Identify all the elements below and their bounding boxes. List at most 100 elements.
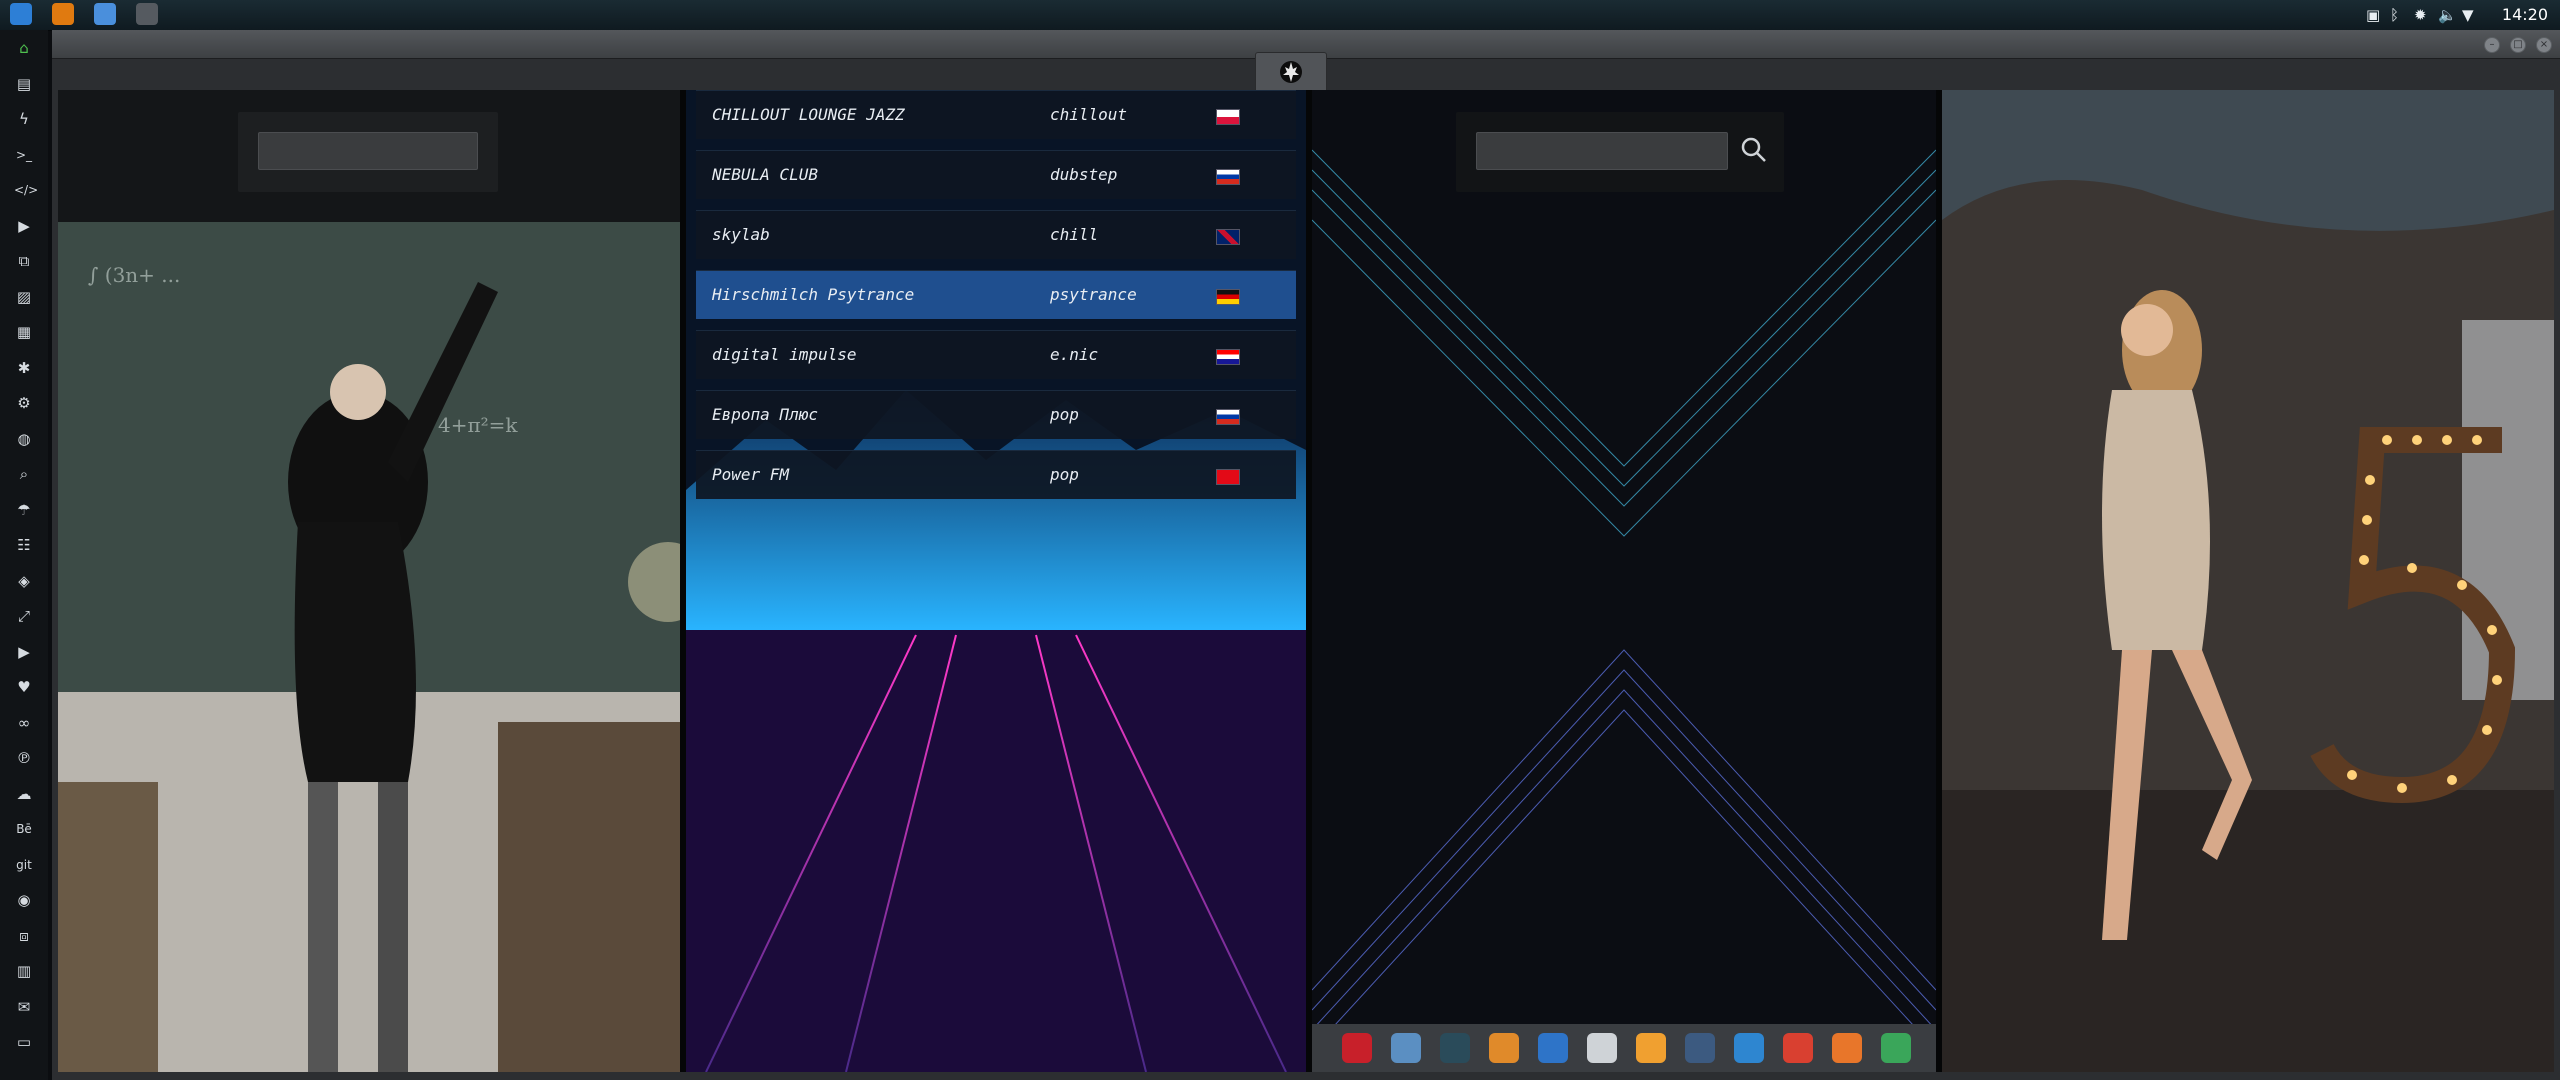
text-editor-icon[interactable] — [1391, 1033, 1421, 1063]
svg-text:∫ (3n+ ...: ∫ (3n+ ... — [88, 263, 180, 287]
turkey-flag — [1216, 469, 1240, 485]
wallpaper-image: ∫ (3n+ ... 4+π²=k — [58, 222, 680, 1072]
arrow-app-icon[interactable] — [1832, 1033, 1862, 1063]
browser-icon[interactable] — [1734, 1033, 1764, 1063]
station-genre: pop — [1050, 405, 1079, 424]
mail-icon[interactable]: ✉ — [14, 997, 34, 1017]
lightning-icon[interactable]: ϟ — [14, 109, 34, 129]
play-icon[interactable]: ▶ — [14, 216, 34, 236]
search-app-icon[interactable] — [1636, 1033, 1666, 1063]
station-genre: pop — [1050, 465, 1079, 484]
home-icon[interactable]: ⌂ — [14, 38, 34, 58]
map-icon[interactable]: ▥ — [14, 961, 34, 981]
maximize-icon[interactable]: □ — [2510, 37, 2526, 53]
svg-text:4+π²=k: 4+π²=k — [438, 413, 518, 437]
search-input[interactable] — [258, 132, 478, 170]
photo-tray-icon[interactable]: ▣ — [2366, 4, 2380, 26]
translate-icon[interactable] — [1538, 1033, 1568, 1063]
tag-icon[interactable]: ◈ — [14, 571, 34, 591]
photo-wallpaper — [1942, 90, 2554, 1072]
geometric-wallpaper — [1312, 90, 1936, 1072]
terminal-icon[interactable]: >_ — [14, 145, 34, 165]
station-name: Power FM — [712, 465, 790, 484]
close-icon[interactable]: × — [2536, 37, 2552, 53]
bug-icon[interactable]: ✹ — [2414, 4, 2427, 26]
panel-radio: CHILLOUT LOUNGE JAZZ chillout NEBULA CLUB d… — [686, 90, 1306, 1072]
globe-icon[interactable]: ◍ — [14, 429, 34, 449]
content-area: ∫ (3n+ ... 4+π²=k CHILLOUT LOUNGE JAZZ c… — [58, 90, 2554, 1072]
bluetooth-icon[interactable]: ᛒ — [2390, 4, 2399, 26]
station-row[interactable]: Европа Плюс pop — [696, 390, 1296, 439]
croatia-flag — [1216, 349, 1240, 365]
wifi-icon[interactable]: ▼ — [2462, 4, 2474, 26]
infinity-icon[interactable]: ∞ — [14, 713, 34, 733]
station-row[interactable]: skylab chill — [696, 210, 1296, 259]
photos-icon[interactable] — [1489, 1033, 1519, 1063]
heart-icon[interactable]: ♥ — [14, 677, 34, 697]
station-row[interactable]: Hirschmilch Psytrance psytrance — [696, 270, 1296, 319]
chrome-icon[interactable] — [94, 3, 116, 25]
panel-photo — [1942, 90, 2554, 1072]
russia-flag — [1216, 169, 1240, 185]
window-icon[interactable] — [136, 3, 158, 25]
sublime-icon[interactable] — [52, 3, 74, 25]
station-genre: chill — [1050, 225, 1099, 244]
panel-geometric — [1312, 90, 1936, 1072]
umbrella-icon[interactable]: ☂ — [14, 500, 34, 520]
youtube-icon[interactable]: ▶ — [14, 642, 34, 662]
station-name: NEBULA CLUB — [712, 165, 818, 184]
dock — [1312, 1024, 1936, 1072]
station-name: digital impulse — [712, 345, 857, 364]
volume-icon[interactable]: 🔈 — [2438, 4, 2457, 26]
github-icon[interactable]: ◉ — [14, 890, 34, 910]
news-icon[interactable]: ▦ — [14, 322, 34, 342]
panel-classroom: ∫ (3n+ ... 4+π²=k — [58, 90, 680, 1072]
launcher-sidebar: ⌂ ▤ ϟ >_ </> ▶ ⧉ ▨ ▦ ✱ ⚙ ◍ ⌕ ☂ ☷ ◈ ⤢ ▶ ♥ ∞ ℗ ☁ Bē git ◉ ⧈ ▥ ✉ ▭ — [0, 30, 48, 1080]
poland-flag — [1216, 109, 1240, 125]
germany-flag — [1216, 289, 1240, 305]
aperture-icon[interactable]: ✱ — [14, 358, 34, 378]
document-icon[interactable]: ▤ — [14, 74, 34, 94]
code-icon[interactable]: </> — [14, 180, 38, 200]
station-name: Hirschmilch Psytrance — [712, 285, 915, 304]
station-row[interactable]: NEBULA CLUB dubstep — [696, 150, 1296, 199]
search-icon[interactable]: ⌕ — [14, 464, 34, 484]
search-widget — [238, 112, 498, 192]
clock[interactable]: 14:20 — [2502, 4, 2548, 26]
cubes-icon[interactable]: ⧈ — [14, 926, 34, 946]
pinterest-icon[interactable]: ℗ — [14, 748, 34, 768]
search-input-right[interactable] — [1476, 132, 1728, 170]
station-name: CHILLOUT LOUNGE JAZZ — [712, 105, 905, 124]
contact-icon[interactable]: ☷ — [14, 535, 34, 555]
git-icon[interactable]: git — [14, 855, 34, 875]
notes-icon[interactable] — [1587, 1033, 1617, 1063]
files-icon[interactable] — [10, 3, 32, 25]
window-tab[interactable] — [1255, 52, 1327, 92]
search-widget-right — [1456, 112, 1784, 192]
app-window: – □ × ∫ (3n+ ... 4+π²=k CHILLOUT LOUNGE … — [52, 30, 2560, 1080]
yandex-icon[interactable] — [1881, 1033, 1911, 1063]
globe-dark-icon[interactable] — [1440, 1033, 1470, 1063]
top-panel: ▣ ᛒ ✹ 🔈 ▼ 14:20 — [0, 0, 2560, 31]
station-row[interactable]: digital impulse e.nic — [696, 330, 1296, 379]
image-icon[interactable]: ▨ — [14, 287, 34, 307]
station-genre: e.nic — [1050, 345, 1099, 364]
calendar-icon[interactable] — [1783, 1033, 1813, 1063]
behance-icon[interactable]: Bē — [14, 819, 34, 839]
clock-app-icon[interactable] — [1685, 1033, 1715, 1063]
station-genre: psytrance — [1050, 285, 1137, 304]
inbox-icon[interactable]: ▭ — [14, 1032, 34, 1052]
adobe-icon[interactable] — [1342, 1033, 1372, 1063]
russia-flag — [1216, 409, 1240, 425]
station-row[interactable]: Power FM pop — [696, 450, 1296, 499]
uk-flag — [1216, 229, 1240, 245]
copy-icon[interactable]: ⧉ — [14, 251, 34, 271]
settings-icon[interactable]: ⚙ — [14, 393, 34, 413]
expand-icon[interactable]: ⤢ — [14, 606, 34, 626]
station-row[interactable]: CHILLOUT LOUNGE JAZZ chillout — [696, 90, 1296, 139]
search-icon[interactable] — [1740, 136, 1768, 164]
station-genre: dubstep — [1050, 165, 1118, 184]
rebel-alliance-icon — [1280, 61, 1302, 83]
cloud-icon[interactable]: ☁ — [14, 784, 34, 804]
minimize-icon[interactable]: – — [2484, 37, 2500, 53]
